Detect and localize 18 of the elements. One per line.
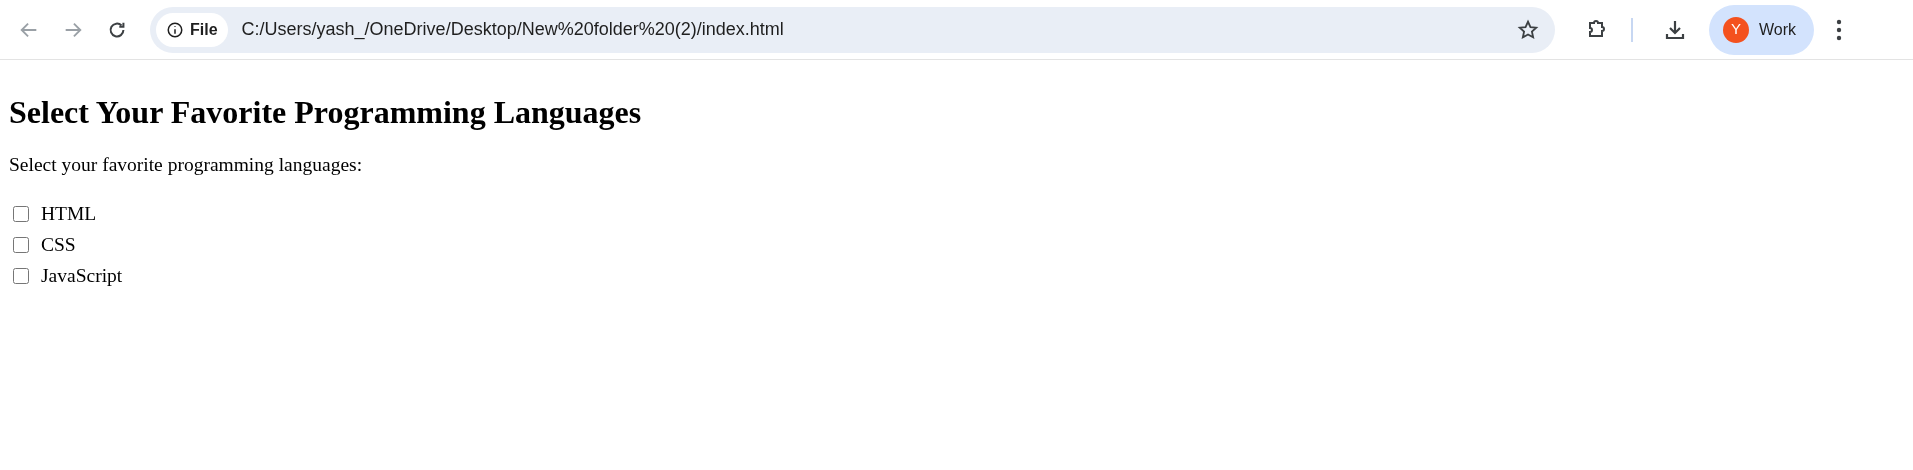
- profile-avatar: Y: [1723, 16, 1749, 43]
- checkbox[interactable]: [13, 205, 29, 222]
- page-heading: Select Your Favorite Programming Languages: [9, 93, 643, 132]
- menu-icon[interactable]: [1836, 18, 1843, 41]
- url-text: C:/Users/yash_/OneDrive/Desktop/New%20folder%20(2)/index.html: [241, 18, 784, 42]
- profile-button[interactable]: Y Work: [1709, 4, 1815, 55]
- checkbox-label: CSS: [41, 232, 76, 257]
- prompt-text: Select your favorite programming languages:: [9, 153, 364, 177]
- checkbox[interactable]: [13, 236, 29, 253]
- profile-name: Work: [1759, 19, 1797, 40]
- info-icon: [166, 20, 184, 39]
- checkbox-label: JavaScript: [41, 263, 123, 288]
- address-bar[interactable]: File C:/Users/yash_/OneDrive/Desktop/New%20folder%20(2)/index.html: [150, 6, 1555, 53]
- checkbox-label: HTML: [41, 201, 97, 226]
- bookmark-star-icon[interactable]: [1517, 18, 1539, 41]
- site-info-chip[interactable]: File: [156, 12, 228, 47]
- checkbox[interactable]: [13, 267, 29, 284]
- file-label: File: [190, 19, 218, 40]
